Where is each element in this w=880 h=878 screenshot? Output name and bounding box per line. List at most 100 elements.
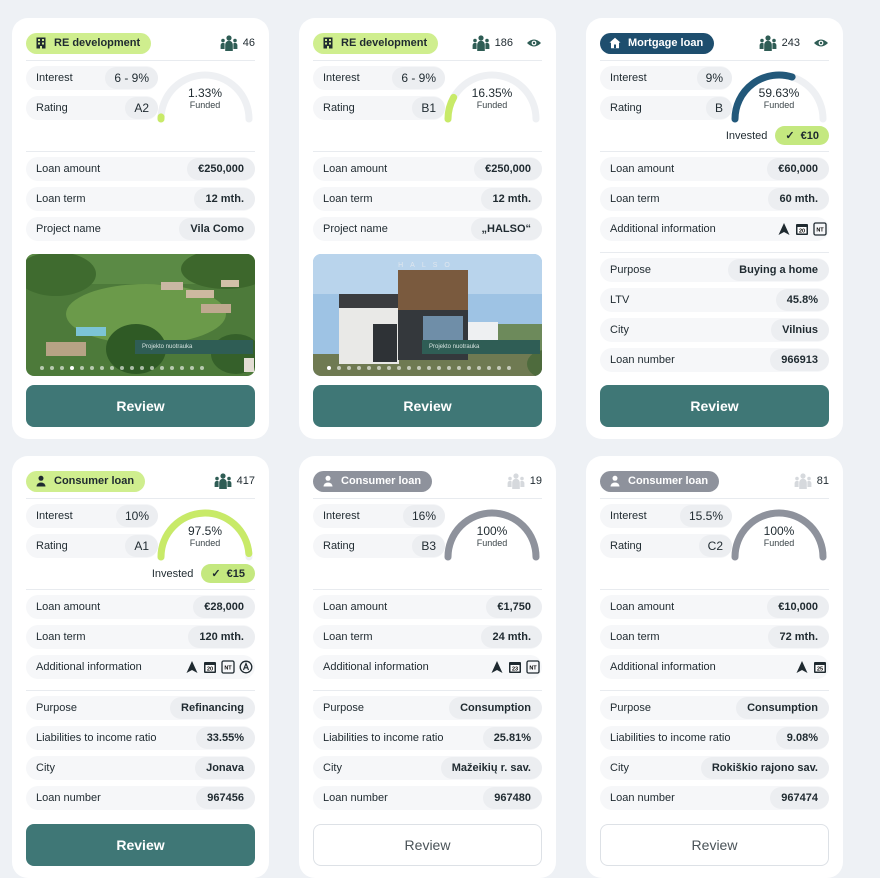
loan-number-row: Loan number 966913 — [600, 348, 829, 372]
person-icon — [609, 475, 621, 487]
refinance-icon[interactable] — [239, 660, 253, 674]
svg-text:20: 20 — [799, 229, 805, 235]
carousel-dots[interactable] — [327, 366, 511, 370]
eye-icon[interactable] — [813, 37, 829, 49]
loan-card: Consumer loan 19 Interest 16% Rating B3 10… — [299, 456, 556, 878]
funding-summary: Interest 6 - 9% Rating B1 16.35% Funded — [313, 61, 542, 151]
calendar-icon[interactable]: 23 — [508, 660, 522, 674]
loan-term-row: Loan term 24 mth. — [313, 625, 542, 649]
carousel-dots[interactable] — [40, 366, 204, 370]
investors-count: 19 — [529, 475, 542, 487]
building-icon — [35, 37, 47, 49]
loan-card: RE development 46 Interest 6 - 9% Rating A… — [12, 18, 269, 439]
review-button[interactable]: Review — [313, 824, 542, 866]
invested-amount: Invested ✓ €10 — [726, 126, 829, 145]
funding-summary: Interest 16% Rating B3 100% Funded — [313, 499, 542, 589]
review-button[interactable]: Review — [26, 824, 255, 866]
check-icon: ✓ — [785, 130, 795, 142]
loan-number-row: Loan number 967456 — [26, 786, 255, 810]
funded-percent: 1.33% — [187, 86, 223, 100]
loan-card: RE development 186 Interest 6 - 9% Rating… — [299, 18, 556, 439]
investors-icon — [220, 34, 238, 52]
loan-term-row: Loan term 12 mth. — [26, 187, 255, 211]
rating-row: Rating B1 — [313, 96, 445, 120]
interest-row: Interest 9% — [600, 66, 732, 90]
review-button[interactable]: Review — [600, 385, 829, 427]
additional-info-row: Additional information 25 — [600, 655, 829, 679]
loan-term-row: Loan term 12 mth. — [313, 187, 542, 211]
loan-amount-row: Loan amount €250,000 — [313, 157, 542, 181]
investors-count: 417 — [236, 475, 255, 487]
funded-gauge: 97.5% Funded — [155, 505, 255, 563]
category-badge: RE development — [313, 32, 439, 54]
rating-row: Rating B3 — [313, 534, 445, 558]
rating-row: Rating A2 — [26, 96, 158, 120]
funding-summary: Interest 10% Rating A1 97.5% Funded Invest… — [26, 499, 255, 589]
document-nt-icon[interactable]: NT — [221, 660, 235, 674]
document-nt-icon[interactable]: NT — [813, 222, 827, 236]
house-icon — [609, 37, 621, 49]
category-badge: Consumer loan — [26, 470, 146, 492]
interest-row: Interest 6 - 9% — [313, 66, 445, 90]
investors-icon — [472, 34, 490, 52]
funded-gauge: 100% Funded — [729, 505, 829, 563]
loan-term-row: Loan term 72 mth. — [600, 625, 829, 649]
svg-text:25: 25 — [817, 667, 823, 673]
interest-row: Interest 10% — [26, 504, 158, 528]
loan-term-row: Loan term 120 mth. — [26, 625, 255, 649]
funded-gauge: 16.35% Funded — [442, 67, 542, 125]
navigation-arrow-icon[interactable] — [777, 222, 791, 236]
liabilities-row: Liabilities to income ratio 9.08% — [600, 726, 829, 750]
project-photo[interactable]: HALSO Projekto nuotrauka — [313, 254, 542, 376]
city-row: City Vilnius — [600, 318, 829, 342]
rating-row: Rating C2 — [600, 534, 732, 558]
liabilities-row: Liabilities to income ratio 25.81% — [313, 726, 542, 750]
calendar-icon[interactable]: 20 — [795, 222, 809, 236]
investors-count: 186 — [494, 37, 513, 49]
funding-summary: Interest 6 - 9% Rating A2 1.33% Funded — [26, 61, 255, 151]
eye-icon[interactable] — [526, 37, 542, 49]
loan-card: Consumer loan 417 Interest 10% Rating A1 9… — [12, 456, 269, 878]
invested-amount: Invested ✓ €15 — [152, 564, 255, 583]
project-photo[interactable]: Projekto nuotrauka — [26, 254, 255, 376]
category-badge: Consumer loan — [600, 470, 720, 492]
funded-percent: 97.5% — [187, 524, 223, 538]
interest-row: Interest 6 - 9% — [26, 66, 158, 90]
navigation-arrow-icon[interactable] — [795, 660, 809, 674]
additional-info-row: Additional information 20 NT — [600, 217, 829, 241]
city-row: City Rokiškio rajono sav. — [600, 756, 829, 780]
purpose-row: Purpose Refinancing — [26, 696, 255, 720]
review-button[interactable]: Review — [600, 824, 829, 866]
navigation-arrow-icon[interactable] — [490, 660, 504, 674]
category-badge: Mortgage loan — [600, 32, 715, 54]
funded-gauge: 1.33% Funded — [155, 67, 255, 125]
loan-amount-row: Loan amount €250,000 — [26, 157, 255, 181]
additional-info-row: Additional information 23 NT — [313, 655, 542, 679]
investors-count: 243 — [781, 37, 800, 49]
project-name-row: Project name Vila Como — [26, 217, 255, 241]
rating-row: Rating B — [600, 96, 732, 120]
review-button[interactable]: Review — [26, 385, 255, 427]
ltv-row: LTV 45.8% — [600, 288, 829, 312]
document-nt-icon[interactable]: NT — [526, 660, 540, 674]
funding-summary: Interest 9% Rating B 59.63% Funded Investe… — [600, 61, 829, 151]
loan-amount-row: Loan amount €1,750 — [313, 595, 542, 619]
calendar-icon[interactable]: 25 — [813, 660, 827, 674]
purpose-row: Purpose Buying a home — [600, 258, 829, 282]
check-icon: ✓ — [211, 568, 221, 580]
loan-amount-row: Loan amount €10,000 — [600, 595, 829, 619]
funded-percent: 100% — [476, 524, 508, 538]
investors-icon — [214, 472, 232, 490]
funded-percent: 16.35% — [471, 86, 513, 100]
funded-gauge: 59.63% Funded — [729, 67, 829, 125]
interest-row: Interest 15.5% — [600, 504, 732, 528]
liabilities-row: Liabilities to income ratio 33.55% — [26, 726, 255, 750]
investors-icon — [759, 34, 777, 52]
person-icon — [322, 475, 334, 487]
review-button[interactable]: Review — [313, 385, 542, 427]
loan-term-row: Loan term 60 mth. — [600, 187, 829, 211]
loan-card: Mortgage loan 243 Interest 9% Rating B 59.… — [586, 18, 843, 439]
navigation-arrow-icon[interactable] — [185, 660, 199, 674]
funding-summary: Interest 15.5% Rating C2 100% Funded — [600, 499, 829, 589]
calendar-icon[interactable]: 20 — [203, 660, 217, 674]
